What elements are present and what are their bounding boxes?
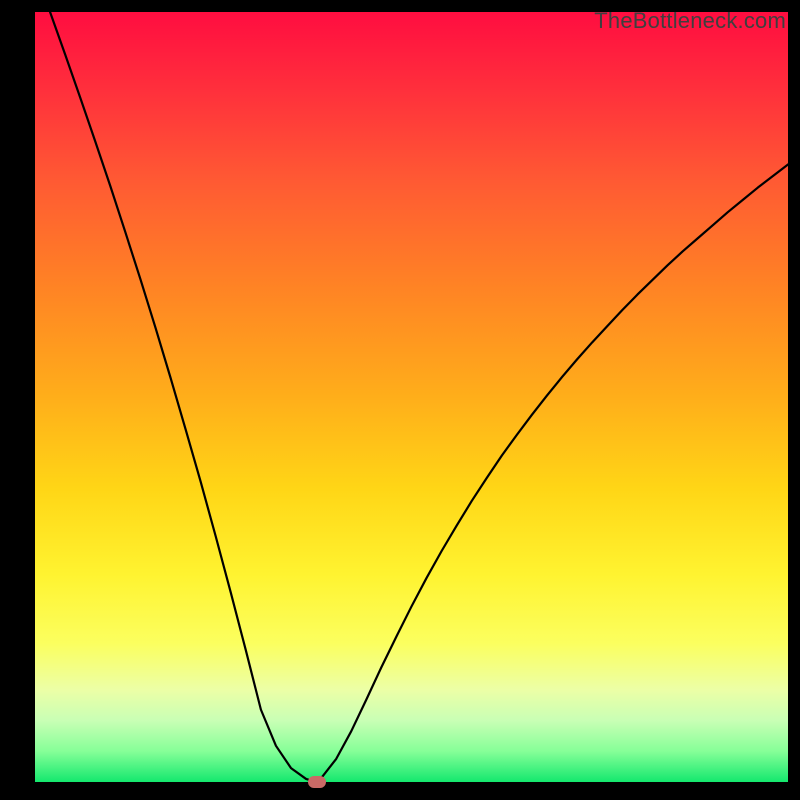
plot-area (35, 12, 788, 782)
bottleneck-curve (35, 12, 788, 782)
chart-frame: TheBottleneck.com (0, 0, 800, 800)
optimum-marker (308, 776, 326, 788)
watermark: TheBottleneck.com (594, 8, 786, 34)
